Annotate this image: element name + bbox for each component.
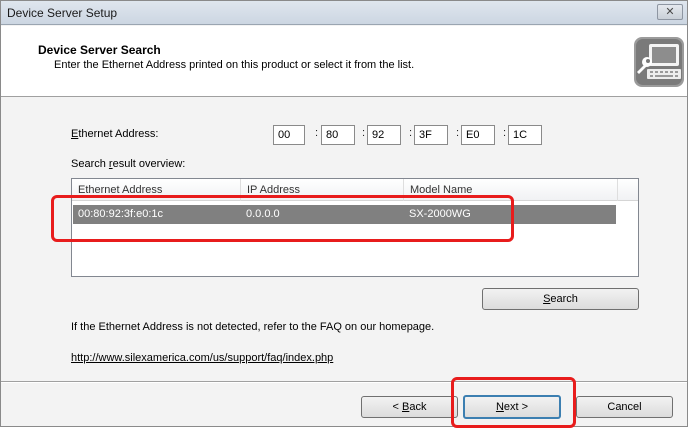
row-ip-address: 0.0.0.0 xyxy=(246,208,280,220)
page-subtitle: Enter the Ethernet Address printed on th… xyxy=(54,59,415,71)
setup-window: Device Server Setup ✕ Device Server Sear… xyxy=(0,0,688,428)
table-row[interactable]: 00:80:92:3f:e0:1c 0.0.0.0 SX-2000WG xyxy=(73,205,616,224)
cancel-button[interactable]: Cancel xyxy=(576,396,673,418)
page-title: Device Server Search xyxy=(38,43,161,57)
ethernet-octet-1[interactable] xyxy=(273,125,305,145)
ethernet-octet-6[interactable] xyxy=(508,125,542,145)
search-result-label: Search result overview: xyxy=(71,158,186,170)
computer-wrench-icon xyxy=(634,37,684,87)
footer-divider xyxy=(1,381,687,383)
octet-separator: : xyxy=(315,127,319,139)
search-button[interactable]: Search xyxy=(482,288,639,310)
list-header: Ethernet Address IP Address Model Name xyxy=(72,179,638,201)
back-button[interactable]: < Back xyxy=(361,396,458,418)
column-header-model[interactable]: Model Name xyxy=(404,179,618,201)
row-model-name: SX-2000WG xyxy=(409,208,471,220)
ethernet-octet-4[interactable] xyxy=(414,125,448,145)
column-header-ip[interactable]: IP Address xyxy=(241,179,404,201)
ethernet-address-label: Ethernet Address: xyxy=(71,128,159,140)
octet-separator: : xyxy=(409,127,413,139)
search-result-list[interactable]: Ethernet Address IP Address Model Name 0… xyxy=(71,178,639,277)
faq-hint: If the Ethernet Address is not detected,… xyxy=(71,321,435,333)
wizard-header: Device Server Search Enter the Ethernet … xyxy=(1,26,687,97)
ethernet-octet-2[interactable] xyxy=(321,125,355,145)
octet-separator: : xyxy=(362,127,366,139)
next-button[interactable]: Next > xyxy=(463,395,561,419)
ethernet-octet-5[interactable] xyxy=(461,125,495,145)
row-ethernet-address: 00:80:92:3f:e0:1c xyxy=(78,208,164,220)
octet-separator: : xyxy=(456,127,460,139)
octet-separator: : xyxy=(503,127,507,139)
faq-link[interactable]: http://www.silexamerica.com/us/support/f… xyxy=(71,352,333,364)
title-bar[interactable]: Device Server Setup ✕ xyxy=(1,1,687,25)
close-button[interactable]: ✕ xyxy=(657,4,683,20)
ethernet-octet-3[interactable] xyxy=(367,125,401,145)
column-header-ethernet[interactable]: Ethernet Address xyxy=(72,179,241,201)
window-title: Device Server Setup xyxy=(7,6,118,20)
